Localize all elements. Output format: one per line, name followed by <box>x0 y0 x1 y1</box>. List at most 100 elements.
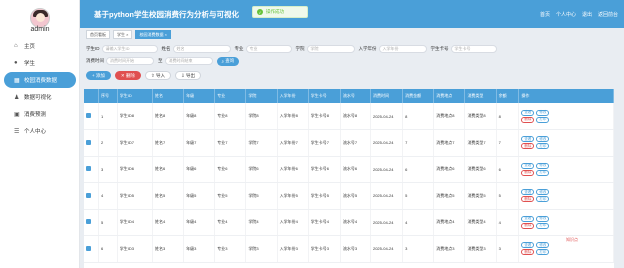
table-cell: 姓名6 <box>152 156 185 183</box>
table-cell: 学生ID3 <box>117 235 154 263</box>
table-cell: 7 <box>496 129 520 157</box>
row-delete-button[interactable]: 删除 <box>521 222 535 229</box>
header-link-home[interactable]: 首页 <box>540 11 550 18</box>
name-input[interactable]: 姓名 <box>172 45 231 53</box>
delete-button[interactable]: ✕ 删除 <box>114 71 141 80</box>
sidebar-item-visualization[interactable]: ♟ 数据可视化 <box>4 89 76 105</box>
tab-consumption[interactable]: 校园消费数据 × <box>135 30 171 39</box>
row-delete-button[interactable]: 删除 <box>521 169 535 176</box>
edit-button[interactable]: 修改 <box>536 215 550 222</box>
import-button[interactable]: ⇧ 导入 <box>144 71 171 80</box>
row-delete-button[interactable]: 删除 <box>521 143 535 150</box>
table-cell: 流水号6 <box>340 156 371 183</box>
view-button[interactable]: 查看 <box>521 215 535 222</box>
print-button[interactable]: 打印 <box>536 143 550 150</box>
table-cell: 年级4 <box>183 209 216 236</box>
table-cell: 年级5 <box>183 182 216 210</box>
tab-students[interactable]: 学生 × <box>113 30 133 39</box>
table-cell: 年级6 <box>183 156 216 183</box>
enroll-year-input[interactable]: 入学年份 <box>378 45 427 53</box>
row-actions: 查看 修改 删除 打印 <box>518 156 614 183</box>
edit-button[interactable]: 修改 <box>536 109 550 116</box>
table-cell: 专业4 <box>214 209 247 236</box>
date-start-input[interactable]: 消费时间开始 <box>106 57 154 65</box>
sidebar-item-profile[interactable]: ☰ 个人中心 <box>4 123 76 139</box>
sidebar-item-prediction[interactable]: ▣ 消费预测 <box>4 106 76 122</box>
table-cell: 消费类型8 <box>464 103 497 130</box>
row-checkbox[interactable] <box>84 129 100 157</box>
sidebar-item-students[interactable]: ● 学生 <box>4 55 76 71</box>
table-cell: 消费地点5 <box>433 182 466 210</box>
row-checkbox[interactable] <box>84 156 100 183</box>
edit-button[interactable]: 修改 <box>536 162 550 169</box>
print-button[interactable]: 打印 <box>536 169 550 176</box>
select-all-checkbox[interactable] <box>84 89 100 103</box>
header-link-logout[interactable]: 退出 <box>582 11 592 18</box>
view-button[interactable]: 查看 <box>521 162 535 169</box>
sidebar-item-consumption[interactable]: ▦ 校园消费数据 <box>4 72 76 88</box>
row-delete-button[interactable]: 删除 <box>521 116 535 123</box>
view-button[interactable]: 查看 <box>521 242 535 249</box>
table-cell: 入学年份3 <box>277 235 309 263</box>
table-cell: 学院4 <box>245 209 278 236</box>
sidebar: admin ⌂ 主页 ● 学生 ▦ 校园消费数据 ♟ 数据可视化 ▣ 消费预测 ☰ 个人中心 <box>0 0 80 268</box>
header-link-frontend[interactable]: 返回前台 <box>598 11 618 18</box>
col-header: 消费类型 <box>464 89 497 103</box>
date-end-input[interactable]: 消费时间结束 <box>164 57 213 65</box>
edit-button[interactable]: 修改 <box>536 136 550 143</box>
table-cell: 入学年份5 <box>277 182 309 210</box>
table-cell: 消费类型7 <box>464 129 497 157</box>
filter-label-card: 学生卡号 <box>430 46 449 51</box>
row-checkbox[interactable] <box>84 209 100 236</box>
table-cell: 2025-04-24 <box>370 235 404 263</box>
watermark: 知识点 <box>566 237 578 242</box>
avatar[interactable] <box>30 8 50 28</box>
col-header: 消费时间 <box>370 89 404 103</box>
row-checkbox[interactable] <box>84 103 100 130</box>
col-header: 消费金额 <box>402 89 435 103</box>
table-cell: 消费地点7 <box>433 129 466 157</box>
table-cell: 3 <box>402 235 435 263</box>
edit-button[interactable]: 修改 <box>536 242 550 249</box>
table-cell: 学生ID6 <box>117 156 154 183</box>
view-button[interactable]: 查看 <box>521 189 535 196</box>
major-input[interactable]: 专业 <box>245 45 292 53</box>
print-button[interactable]: 打印 <box>536 196 550 203</box>
table-cell: 6 <box>402 156 435 183</box>
table-cell: 学生ID4 <box>117 209 154 236</box>
table-cell: 学院3 <box>245 235 278 263</box>
row-checkbox[interactable] <box>84 182 100 210</box>
col-header: 学生卡号 <box>308 89 341 103</box>
export-button[interactable]: ⇩ 导出 <box>174 71 201 80</box>
action-buttons: + 添加 ✕ 删除 ⇧ 导入 ⇩ 导出 <box>86 71 201 80</box>
college-input[interactable]: 学院 <box>306 45 355 53</box>
view-button[interactable]: 查看 <box>521 109 535 116</box>
card-no-input[interactable]: 学生卡号 <box>450 45 497 53</box>
table-cell: 7 <box>402 129 435 157</box>
print-button[interactable]: 打印 <box>536 116 550 123</box>
table-cell: 消费地点4 <box>433 209 466 236</box>
table-cell: 4 <box>402 209 435 236</box>
edit-button[interactable]: 修改 <box>536 189 550 196</box>
table-cell: 入学年份4 <box>277 209 309 236</box>
sidebar-item-home[interactable]: ⌂ 主页 <box>4 38 76 54</box>
add-button[interactable]: + 添加 <box>86 71 111 80</box>
table-cell: 6 <box>496 156 520 183</box>
table-cell: 专业3 <box>214 235 247 263</box>
col-header: 学院 <box>245 89 278 103</box>
table-cell: 5 <box>496 182 520 210</box>
table-cell: 4 <box>98 182 118 210</box>
print-button[interactable]: 打印 <box>536 222 550 229</box>
view-button[interactable]: 查看 <box>521 136 535 143</box>
row-checkbox[interactable] <box>84 235 100 263</box>
row-delete-button[interactable]: 删除 <box>521 249 535 256</box>
col-header: 姓名 <box>152 89 185 103</box>
tab-dashboard[interactable]: 首页看板 <box>86 30 110 39</box>
table-cell: 3 <box>496 235 520 263</box>
table-cell: 流水号8 <box>340 103 371 130</box>
search-button[interactable]: ⌕ 查询 <box>216 56 240 66</box>
row-delete-button[interactable]: 删除 <box>521 196 535 203</box>
print-button[interactable]: 打印 <box>536 249 550 256</box>
student-id-input[interactable]: 请输入学生ID <box>101 45 158 53</box>
header-link-profile[interactable]: 个人中心 <box>556 11 576 18</box>
